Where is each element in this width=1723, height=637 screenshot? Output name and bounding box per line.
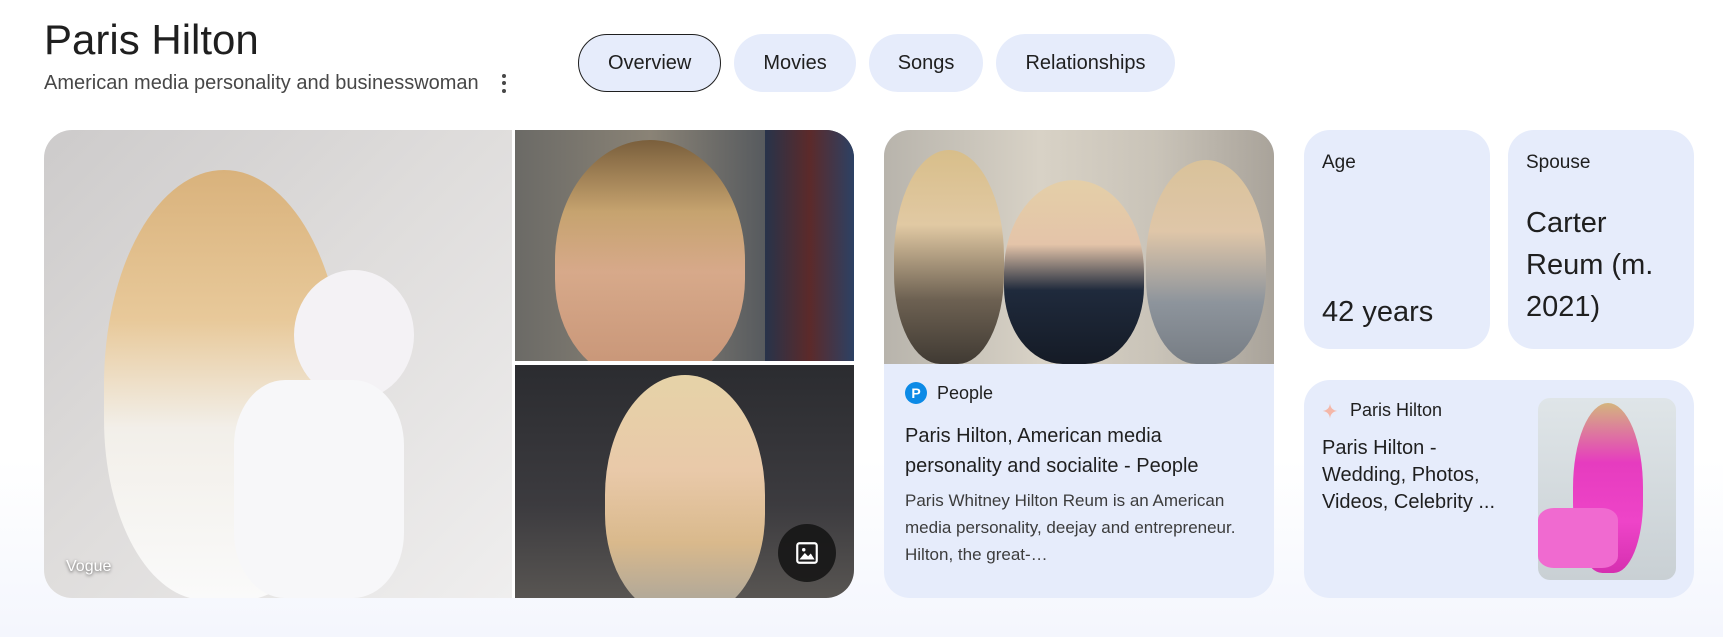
news-photo [884, 130, 1274, 364]
gallery-image-main[interactable]: Vogue [44, 130, 512, 598]
news-snippet: Paris Whitney Hilton Reum is an American… [905, 491, 1236, 564]
fact-label: Spouse [1526, 152, 1591, 173]
image-credit: Vogue [66, 558, 112, 575]
related-card-title: Paris Hilton [1350, 400, 1443, 420]
fact-value: 42 years [1322, 296, 1434, 328]
subtitle-row: American media personality and businessw… [44, 72, 511, 95]
fact-card-spouse[interactable]: Spouse Carter Reum (m. 2021) [1508, 130, 1694, 349]
source-name: People [937, 382, 994, 403]
fact-value: Carter Reum (m. 2021) [1526, 207, 1654, 323]
gallery-image-bottom-right[interactable] [515, 365, 854, 598]
news-source: P People [905, 382, 1257, 404]
entity-title: Paris Hilton [44, 16, 259, 63]
sparkle-icon [1322, 403, 1338, 418]
related-card[interactable]: Paris Hilton Paris Hilton - Wedding, Pho… [1304, 380, 1694, 598]
news-card[interactable]: P People Paris Hilton, American media pe… [884, 130, 1274, 598]
entity-header: Paris Hilton American media personality … [44, 14, 511, 95]
image-gallery: Vogue [44, 130, 854, 598]
fact-label: Age [1322, 152, 1356, 173]
image-icon[interactable] [778, 524, 836, 582]
news-title[interactable]: Paris Hilton, American media personality… [905, 421, 1257, 481]
news-body: P People Paris Hilton, American media pe… [905, 382, 1257, 568]
entity-tabs: Overview Movies Songs Relationships [578, 34, 1175, 92]
fact-card-age[interactable]: Age 42 years [1304, 130, 1490, 349]
related-card-text: Paris Hilton - Wedding, Photos, Videos, … [1322, 437, 1496, 513]
more-options-icon[interactable] [497, 73, 511, 95]
gallery-image-top-right[interactable] [515, 130, 854, 361]
tab-movies[interactable]: Movies [734, 34, 856, 92]
tab-relationships[interactable]: Relationships [996, 34, 1175, 92]
related-card-header: Paris Hilton [1322, 400, 1442, 421]
related-card-thumbnail [1538, 398, 1676, 580]
tab-songs[interactable]: Songs [868, 34, 984, 92]
tab-overview[interactable]: Overview [578, 34, 722, 92]
entity-description: American media personality and businessw… [44, 72, 479, 94]
source-logo-icon: P [905, 382, 927, 404]
